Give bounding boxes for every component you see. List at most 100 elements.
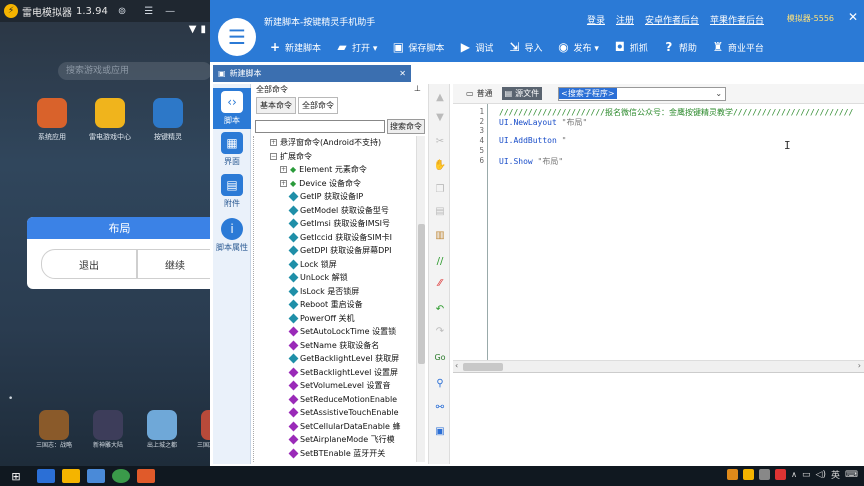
keyboard-icon[interactable]: ⌨ xyxy=(845,470,858,480)
toolbar-button-save[interactable]: ▣ 保存脚本 xyxy=(391,40,445,54)
scroll-left-icon[interactable]: ‹ xyxy=(455,361,458,370)
tree-item[interactable]: UnLock 解锁 xyxy=(288,271,348,284)
ime-indicator[interactable]: 英 xyxy=(831,468,840,481)
tree-item[interactable]: SetVolumeLevel 设置音 xyxy=(288,379,391,392)
tree-item[interactable]: GetIP 获取设备IP xyxy=(288,190,363,203)
redo-icon[interactable]: ↷ xyxy=(433,324,447,338)
script-tab[interactable]: ▣ 新建脚本 ✕ xyxy=(213,65,411,82)
tab-normal[interactable]: ▭ 普通 xyxy=(463,87,496,100)
app-game-center[interactable]: 雷电游戏中心 xyxy=(88,98,132,142)
tree-item[interactable]: SetBacklightLevel 设置屏 xyxy=(288,366,398,379)
app-keysprite[interactable]: 按键精灵 xyxy=(146,98,190,142)
arrow-down-icon[interactable]: ▼ xyxy=(433,110,447,124)
tree-item[interactable]: PowerOff 关机 xyxy=(288,312,355,325)
tree-scroll-thumb[interactable] xyxy=(418,224,425,364)
exit-button[interactable]: 退出 xyxy=(41,249,137,279)
device-label[interactable]: 模拟器-5556 xyxy=(787,13,834,24)
expand-toggle-icon[interactable]: − xyxy=(270,152,277,160)
app-menu-icon[interactable]: ☰ xyxy=(218,18,256,56)
search-command-button[interactable]: 搜索命令 xyxy=(387,119,425,134)
paste-icon[interactable]: ▤ xyxy=(433,204,447,218)
tray-app-icon[interactable] xyxy=(775,469,787,480)
network-icon[interactable]: ▭ xyxy=(802,470,811,480)
taskbar-browser-icon[interactable] xyxy=(87,469,105,483)
code-line[interactable]: UI.AddButton " xyxy=(499,136,566,145)
toolbar-button-plus[interactable]: + 新建脚本 xyxy=(268,40,321,54)
toolbar-button-help[interactable]: ? 帮助 xyxy=(662,40,697,54)
tree-item[interactable]: SetAutoLockTime 设置锁 xyxy=(288,325,396,338)
tray-app-icon[interactable] xyxy=(759,469,771,480)
dock-app[interactable]: 三国志：战略 xyxy=(32,410,76,458)
taskbar-task-icon[interactable] xyxy=(37,469,55,483)
close-tab-icon[interactable]: ✕ xyxy=(399,69,406,78)
tree-item[interactable]: IsLock 是否锁屏 xyxy=(288,285,359,298)
apple-author-link[interactable]: 苹果作者后台 xyxy=(710,13,764,26)
pin-icon[interactable]: ⊥ xyxy=(414,84,421,96)
dock-app[interactable]: 出上城之都 xyxy=(140,410,184,458)
toolbar-button-import[interactable]: ⇲ 导入 xyxy=(507,40,542,54)
code-line[interactable]: UI.NewLayout "布局" xyxy=(499,117,587,128)
close-icon[interactable]: ✕ xyxy=(848,10,858,24)
tray-emulator-icon[interactable] xyxy=(743,469,755,480)
tree-item[interactable]: SetReduceMotionEnable xyxy=(288,393,397,406)
taskbar-keysprite-icon[interactable] xyxy=(137,469,155,483)
tab-basic-commands[interactable]: 基本命令 xyxy=(256,97,296,114)
toolbar-button-camera[interactable]: ◘ 抓抓 xyxy=(613,40,648,54)
code-editor[interactable]: I //////////////////////报名微信公众号：金鹰按键精灵教学… xyxy=(490,104,864,360)
windows-start-icon[interactable]: ⊞ xyxy=(7,469,25,483)
toolbar-button-shop[interactable]: ♜ 商业平台 xyxy=(711,40,763,54)
expand-toggle-icon[interactable]: + xyxy=(280,179,287,187)
gamepad-icon[interactable]: ⊚ xyxy=(118,6,126,17)
register-link[interactable]: 注册 xyxy=(616,13,634,26)
copy-icon[interactable]: ❐ xyxy=(433,182,447,196)
tray-app-icon[interactable] xyxy=(727,469,739,480)
tree-scrollbar[interactable] xyxy=(416,136,425,462)
volume-icon[interactable]: ◁) xyxy=(816,470,826,480)
tree-item[interactable]: + 悬浮窗命令(Android不支持) xyxy=(270,136,381,149)
toolbar-button-play[interactable]: ▶ 调试 xyxy=(458,40,494,54)
command-search-input[interactable] xyxy=(255,120,385,133)
dock-app[interactable]: 新神雕大陆 xyxy=(86,410,130,458)
editor-hscrollbar[interactable]: ‹ › xyxy=(453,360,864,372)
tree-item[interactable]: GetDPI 获取设备屏幕DPI xyxy=(288,244,392,257)
hscroll-thumb[interactable] xyxy=(463,363,503,371)
emulator-search-input[interactable]: 搜索游戏或应用 xyxy=(58,62,212,80)
continue-button[interactable]: 继续 xyxy=(137,249,212,279)
tree-item[interactable]: SetAssistiveTouchEnable xyxy=(288,406,399,419)
scroll-right-icon[interactable]: › xyxy=(858,361,861,370)
app-system[interactable]: 系统应用 xyxy=(30,98,74,142)
tree-item[interactable]: + ◆ Element 元素命令 xyxy=(280,163,367,176)
tree-item[interactable]: SetAirplaneMode 飞行模 xyxy=(288,433,395,446)
expand-toggle-icon[interactable]: + xyxy=(270,139,277,146)
tree-item[interactable]: Reboot 重启设备 xyxy=(288,298,363,311)
tree-item[interactable]: GetImsi 获取设备IMSI号 xyxy=(288,217,390,230)
comment-icon[interactable]: // xyxy=(433,254,447,268)
tray-chevron-icon[interactable]: ∧ xyxy=(791,470,797,479)
tree-item[interactable]: − 扩展命令 xyxy=(270,150,312,163)
tab-source[interactable]: ▤ 源文件 xyxy=(501,87,543,100)
toolbar-button-publish[interactable]: ◉ 发布 ▾ xyxy=(556,40,599,54)
tree-item[interactable]: + ◆ Device 设备命令 xyxy=(280,177,361,190)
toolbar-button-folder[interactable]: ▰ 打开 ▾ xyxy=(335,40,377,54)
taskbar-emulator-icon[interactable] xyxy=(62,469,80,483)
tree-item[interactable]: GetBacklightLevel 获取屏 xyxy=(288,352,399,365)
tree-item[interactable]: SetBTEnable 蓝牙开关 xyxy=(288,447,385,460)
login-link[interactable]: 登录 xyxy=(587,13,605,26)
tab-all-commands[interactable]: 全部命令 xyxy=(298,97,338,114)
format-icon[interactable]: ▣ xyxy=(433,424,447,438)
side-item-script[interactable]: ‹› 脚本 xyxy=(213,88,251,129)
side-item-properties[interactable]: i 脚本属性 xyxy=(213,218,251,253)
android-author-link[interactable]: 安卓作者后台 xyxy=(645,13,699,26)
arrow-up-icon[interactable]: ▲ xyxy=(433,90,447,104)
find-icon[interactable]: ⚲ xyxy=(433,376,447,390)
goto-icon[interactable]: Go xyxy=(433,350,447,364)
menu-icon[interactable]: ☰ xyxy=(144,6,153,17)
uncomment-icon[interactable]: ⁄⁄ xyxy=(433,276,447,290)
side-item-attachment[interactable]: ▤ 附件 xyxy=(213,174,251,209)
tree-item[interactable]: GetModel 获取设备型号 xyxy=(288,204,389,217)
cut-icon[interactable]: ✂ xyxy=(433,134,447,148)
tree-item[interactable]: SetName 获取设备名 xyxy=(288,339,379,352)
hand-icon[interactable]: ✋ xyxy=(433,158,447,172)
taskbar-chrome-icon[interactable] xyxy=(112,469,130,483)
tree-item[interactable]: GetIccid 获取设备SIM卡I xyxy=(288,231,392,244)
